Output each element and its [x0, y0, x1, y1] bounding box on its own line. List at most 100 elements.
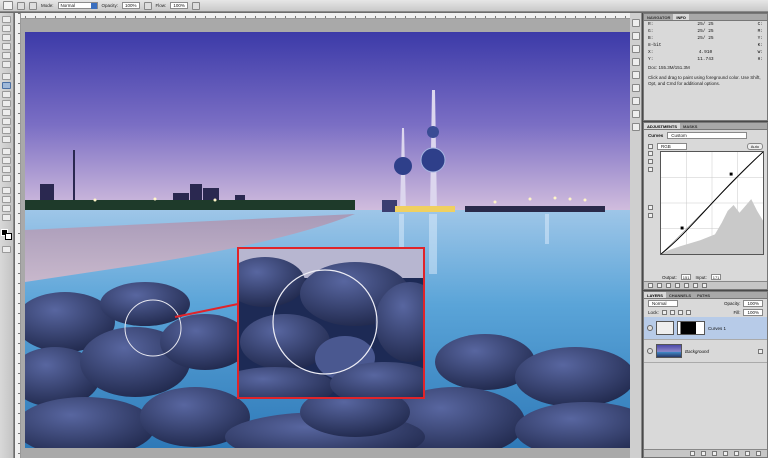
view-previous-state-icon[interactable]: [684, 283, 689, 288]
lock-pixels-icon[interactable]: [669, 310, 675, 315]
eraser-tool-icon[interactable]: [2, 109, 11, 116]
channel-select[interactable]: RGB: [657, 143, 687, 150]
flow-field[interactable]: 100%: [170, 2, 188, 9]
brush-preset-picker[interactable]: [3, 1, 13, 10]
eye-icon[interactable]: [647, 325, 653, 331]
quick-mask-icon[interactable]: [2, 246, 11, 253]
dodge-tool-icon[interactable]: [2, 136, 11, 143]
background-color-swatch[interactable]: [5, 233, 12, 240]
pencil-curve-icon[interactable]: [648, 213, 653, 218]
horizontal-ruler[interactable]: [15, 13, 630, 19]
tab-channels[interactable]: Channels: [666, 292, 694, 298]
tab-info[interactable]: Info: [673, 14, 689, 20]
brush-panel-toggle-icon[interactable]: [29, 1, 37, 10]
3d-rotate-tool-icon[interactable]: [2, 187, 11, 194]
layer-opacity-field[interactable]: 100%: [743, 300, 763, 307]
info-row-left: 8-bit: [648, 43, 662, 48]
character-panel-icon[interactable]: [631, 110, 640, 118]
swatches-panel-icon[interactable]: [631, 58, 640, 66]
tab-layers[interactable]: Layers: [644, 292, 666, 298]
link-layers-icon[interactable]: [690, 451, 695, 456]
airbrush-icon[interactable]: [191, 1, 200, 10]
lock-transparency-icon[interactable]: [661, 310, 667, 315]
pressure-opacity-icon[interactable]: [143, 1, 152, 10]
tab-navigator[interactable]: Navigator: [644, 14, 673, 20]
curve-point-tool-icon[interactable]: [648, 205, 653, 210]
layer-opacity-label: Opacity:: [723, 301, 741, 306]
lock-position-icon[interactable]: [677, 310, 683, 315]
input-field[interactable]: 171: [710, 274, 722, 280]
eye-icon[interactable]: [647, 348, 653, 354]
zoom-tool-icon[interactable]: [2, 214, 11, 221]
fx-icon[interactable]: [701, 451, 706, 456]
input-output-row: Output: 151 Input: 171: [662, 274, 722, 280]
history-brush-tool-icon[interactable]: [2, 100, 11, 107]
color-panel-icon[interactable]: [631, 45, 640, 53]
crop-tool-icon[interactable]: [2, 52, 11, 59]
layer-row-curves[interactable]: Curves 1: [644, 317, 767, 340]
delete-adjustment-icon[interactable]: [702, 283, 707, 288]
gradient-tool-icon[interactable]: [2, 118, 11, 125]
pier: [465, 206, 605, 212]
black-point-eyedropper-icon[interactable]: [648, 151, 653, 156]
hand-tool-icon[interactable]: [2, 205, 11, 212]
layer-mask-thumbnail[interactable]: [677, 321, 705, 335]
reset-icon[interactable]: [693, 283, 698, 288]
styles-panel-icon[interactable]: [631, 71, 640, 79]
curve-point[interactable]: [729, 172, 733, 176]
opacity-field[interactable]: 100%: [122, 2, 140, 9]
eyedropper-tool-icon[interactable]: [2, 61, 11, 68]
vertical-ruler[interactable]: [15, 13, 21, 458]
shape-tool-icon[interactable]: [2, 175, 11, 182]
tab-paths[interactable]: Paths: [694, 292, 713, 298]
brush-tool-icon[interactable]: [2, 82, 11, 89]
path-selection-tool-icon[interactable]: [2, 166, 11, 173]
adjustments-panel-tabs: Adjustments Masks: [644, 123, 767, 130]
mode-select[interactable]: Normal: [57, 2, 98, 9]
layers-panel: Layers Channels Paths Normal Opacity: 10…: [643, 291, 768, 458]
new-group-icon[interactable]: [734, 451, 739, 456]
move-tool-icon[interactable]: [2, 16, 11, 23]
target-adjust-icon[interactable]: [648, 144, 653, 149]
blend-mode-select[interactable]: Normal: [648, 300, 678, 307]
expanded-view-icon[interactable]: [657, 283, 662, 288]
clip-to-layer-icon[interactable]: [666, 283, 671, 288]
type-tool-icon[interactable]: [2, 157, 11, 164]
clone-source-panel-icon[interactable]: [631, 97, 640, 105]
tab-masks[interactable]: Masks: [680, 123, 700, 129]
healing-brush-tool-icon[interactable]: [2, 73, 11, 80]
gray-point-eyedropper-icon[interactable]: [648, 159, 653, 164]
color-swatches[interactable]: [1, 229, 12, 241]
fill-field[interactable]: 100%: [743, 309, 763, 316]
toolbox: [0, 13, 14, 458]
tab-adjustments[interactable]: Adjustments: [644, 123, 681, 129]
clone-stamp-tool-icon[interactable]: [2, 91, 11, 98]
info-row-left: X:: [648, 50, 654, 55]
marquee-tool-icon[interactable]: [2, 25, 11, 32]
preset-select[interactable]: Custom: [667, 132, 748, 139]
quick-select-tool-icon[interactable]: [2, 43, 11, 50]
visibility-toggle-icon[interactable]: [675, 283, 680, 288]
output-field[interactable]: 151: [680, 274, 692, 280]
lasso-tool-icon[interactable]: [2, 34, 11, 41]
history-panel-icon[interactable]: [631, 19, 640, 27]
layer-row-background[interactable]: Background: [644, 340, 767, 363]
lock-all-icon[interactable]: [685, 310, 691, 315]
blur-tool-icon[interactable]: [2, 127, 11, 134]
pen-tool-icon[interactable]: [2, 148, 11, 155]
curve-graph[interactable]: [660, 151, 764, 255]
trash-icon[interactable]: [756, 451, 761, 456]
brush-icon[interactable]: [17, 1, 25, 10]
curve-point[interactable]: [680, 226, 684, 230]
new-layer-icon[interactable]: [745, 451, 750, 456]
3d-orbit-tool-icon[interactable]: [2, 196, 11, 203]
brushes-panel-icon[interactable]: [631, 84, 640, 92]
actions-panel-icon[interactable]: [631, 32, 640, 40]
auto-button[interactable]: Auto: [746, 143, 763, 150]
photo-canvas[interactable]: [25, 32, 630, 448]
paragraph-panel-icon[interactable]: [631, 123, 640, 131]
white-point-eyedropper-icon[interactable]: [648, 167, 653, 172]
new-adjustment-icon[interactable]: [723, 451, 728, 456]
add-mask-icon[interactable]: [712, 451, 717, 456]
return-to-list-icon[interactable]: [648, 283, 653, 288]
